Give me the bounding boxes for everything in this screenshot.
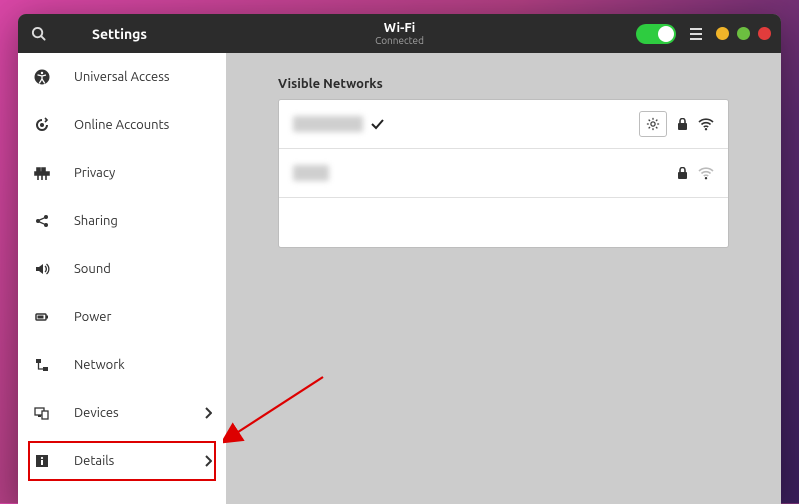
wifi-strength-icon: [698, 167, 714, 180]
sidebar-item-universal-access[interactable]: Universal Access: [18, 53, 226, 101]
wifi-strength-icon: [698, 118, 714, 131]
devices-icon: [32, 405, 52, 421]
sidebar-item-sharing[interactable]: Sharing: [18, 197, 226, 245]
section-title: Visible Networks: [278, 77, 729, 91]
header-center: Wi-Fi Connected: [375, 21, 424, 46]
sidebar-item-label: Universal Access: [74, 70, 169, 84]
accessibility-icon: [32, 69, 52, 85]
connected-icon: [371, 119, 384, 130]
sidebar-item-label: Devices: [74, 406, 119, 420]
headerbar: Settings Wi-Fi Connected: [18, 14, 781, 53]
network-settings-button[interactable]: [639, 111, 667, 137]
wifi-toggle[interactable]: [636, 24, 676, 44]
chevron-right-icon: [204, 455, 212, 467]
privacy-icon: [32, 165, 52, 181]
network-list: [278, 99, 729, 248]
sidebar-item-label: Online Accounts: [74, 118, 169, 132]
search-button[interactable]: [22, 18, 54, 50]
panel-subtitle: Connected: [375, 35, 424, 46]
sidebar-item-devices[interactable]: Devices: [18, 389, 226, 437]
sidebar-item-label: Power: [74, 310, 111, 324]
chevron-right-icon: [204, 407, 212, 419]
network-ssid: [293, 165, 329, 181]
network-row[interactable]: [279, 100, 728, 149]
sound-icon: [32, 261, 52, 277]
network-row-empty: [279, 198, 728, 247]
window-minimize[interactable]: [716, 27, 729, 40]
online-accounts-icon: [32, 117, 52, 133]
sidebar-item-network[interactable]: Network: [18, 341, 226, 389]
sidebar-item-label: Sound: [74, 262, 111, 276]
app-title: Settings: [92, 26, 147, 42]
network-row[interactable]: [279, 149, 728, 198]
window-maximize[interactable]: [737, 27, 750, 40]
settings-window: Settings Wi-Fi Connected Universal Acces…: [18, 14, 781, 504]
sidebar-item-power[interactable]: Power: [18, 293, 226, 341]
lock-icon: [677, 118, 688, 131]
sidebar-item-privacy[interactable]: Privacy: [18, 149, 226, 197]
power-icon: [32, 309, 52, 325]
sidebar-item-label: Network: [74, 358, 125, 372]
sidebar: Universal Access Online Accounts Privacy…: [18, 53, 226, 504]
panel-title: Wi-Fi: [375, 21, 424, 35]
sidebar-item-label: Sharing: [74, 214, 118, 228]
sidebar-item-label: Privacy: [74, 166, 115, 180]
sidebar-item-details[interactable]: Details: [18, 437, 226, 485]
window-close[interactable]: [758, 27, 771, 40]
sidebar-item-sound[interactable]: Sound: [18, 245, 226, 293]
sidebar-item-online-accounts[interactable]: Online Accounts: [18, 101, 226, 149]
annotation-highlight: [28, 441, 216, 481]
lock-icon: [677, 167, 688, 180]
network-ssid: [293, 116, 363, 132]
sharing-icon: [32, 213, 52, 229]
menu-button[interactable]: [684, 22, 708, 46]
main-panel: Visible Networks: [226, 53, 781, 504]
network-icon: [32, 357, 52, 373]
